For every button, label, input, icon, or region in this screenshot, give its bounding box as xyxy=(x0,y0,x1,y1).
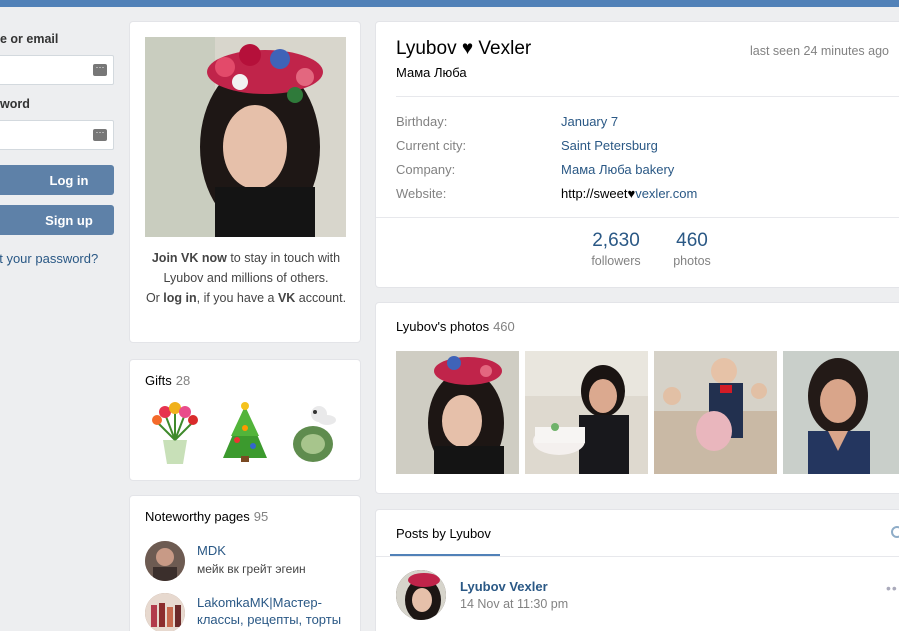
page-avatar[interactable] xyxy=(145,541,185,581)
join-prompt: Join VK now to stay in touch with Lyubov… xyxy=(145,251,347,305)
photo-thumbnail[interactable] xyxy=(654,351,777,474)
post-author-avatar[interactable] xyxy=(396,570,446,620)
password-manager-icon[interactable]: ··· xyxy=(93,128,107,141)
profile-name: Lyubov ♥ Vexler xyxy=(396,38,532,59)
more-options-icon[interactable]: •• xyxy=(886,580,898,596)
post-date[interactable]: 14 Nov at 11:30 pm xyxy=(460,597,568,611)
gifts-title: Gifts 28 xyxy=(145,373,191,388)
top-bar xyxy=(0,0,899,7)
photo-thumbnail[interactable] xyxy=(783,351,899,474)
photo-thumbnail[interactable] xyxy=(396,351,519,474)
post-author-name[interactable]: Lyubov Vexler xyxy=(460,579,548,594)
email-label: e or email xyxy=(0,32,59,46)
page-description: мейк вк грейт эгеин xyxy=(197,562,306,576)
profile-status: Мама Люба xyxy=(396,65,467,80)
gift-tulips-icon[interactable] xyxy=(145,400,205,466)
divider xyxy=(396,96,899,97)
password-field[interactable]: ··· xyxy=(0,120,114,150)
divider xyxy=(376,217,899,218)
login-button[interactable]: Log in xyxy=(0,165,114,195)
photos-title[interactable]: Lyubov's photos 460 xyxy=(396,319,515,334)
noteworthy-title[interactable]: Noteworthy pages 95 xyxy=(145,509,268,524)
email-field[interactable]: ··· xyxy=(0,55,114,85)
gift-christmas-tree-icon[interactable] xyxy=(215,400,275,466)
gift-dog-teapot-icon[interactable] xyxy=(285,400,345,466)
last-seen: last seen 24 minutes ago xyxy=(750,44,889,58)
signup-button[interactable]: Sign up xyxy=(0,205,114,235)
photos-card: Lyubov's photos 460 xyxy=(375,302,899,494)
divider xyxy=(376,556,899,557)
photo-thumbnail[interactable] xyxy=(525,351,648,474)
page-avatar[interactable] xyxy=(145,593,185,631)
tab-posts[interactable]: Posts by Lyubov xyxy=(390,510,497,556)
profile-photo[interactable] xyxy=(145,37,346,237)
password-label: word xyxy=(0,97,30,111)
posts-card: Posts by Lyubov Lyubov Vexler 14 Nov at … xyxy=(375,509,899,631)
profile-info-card: Lyubov ♥ Vexler Мама Люба last seen 24 m… xyxy=(375,21,899,288)
followers-counter[interactable]: 2,630 followers xyxy=(581,230,651,268)
photos-counter[interactable]: 460 photos xyxy=(657,230,727,268)
search-icon[interactable] xyxy=(891,526,899,538)
gifts-card[interactable]: Gifts 28 xyxy=(129,359,361,481)
page-name[interactable]: MDK xyxy=(197,543,226,558)
avatar-card: Join VK now to stay in touch with Lyubov… xyxy=(129,21,361,343)
page-description[interactable]: классы, рецепты, торты xyxy=(197,612,341,627)
page-name[interactable]: LakomkaMK|Мастер- xyxy=(197,595,322,610)
noteworthy-pages-card: Noteworthy pages 95 MDK мейк вк грейт эге… xyxy=(129,495,361,631)
forgot-password-link[interactable]: ot your password? xyxy=(0,251,98,266)
password-manager-icon[interactable]: ··· xyxy=(93,63,107,76)
